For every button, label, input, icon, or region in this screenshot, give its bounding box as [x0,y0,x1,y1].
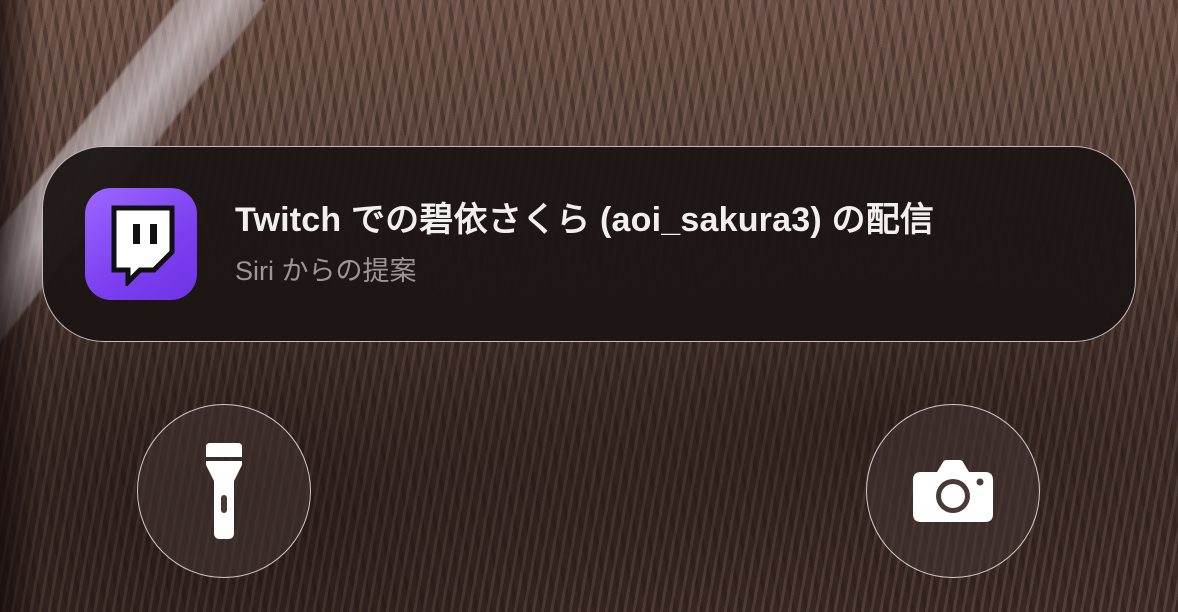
camera-icon [913,460,993,522]
flashlight-icon [206,443,242,539]
notification-subtitle: Siri からの提案 [235,256,417,286]
notification-title: Twitch での碧依さくら (aoi_sakura3) の配信 [235,201,935,239]
wallpaper-shadow [0,0,40,612]
notification-text: Twitch での碧依さくら (aoi_sakura3) の配信 Siri から… [235,198,934,290]
siri-suggestion-notification[interactable]: Twitch での碧依さくら (aoi_sakura3) の配信 Siri から… [42,146,1136,342]
camera-button[interactable] [866,404,1040,578]
flashlight-button[interactable] [137,404,311,578]
twitch-icon [85,188,197,300]
